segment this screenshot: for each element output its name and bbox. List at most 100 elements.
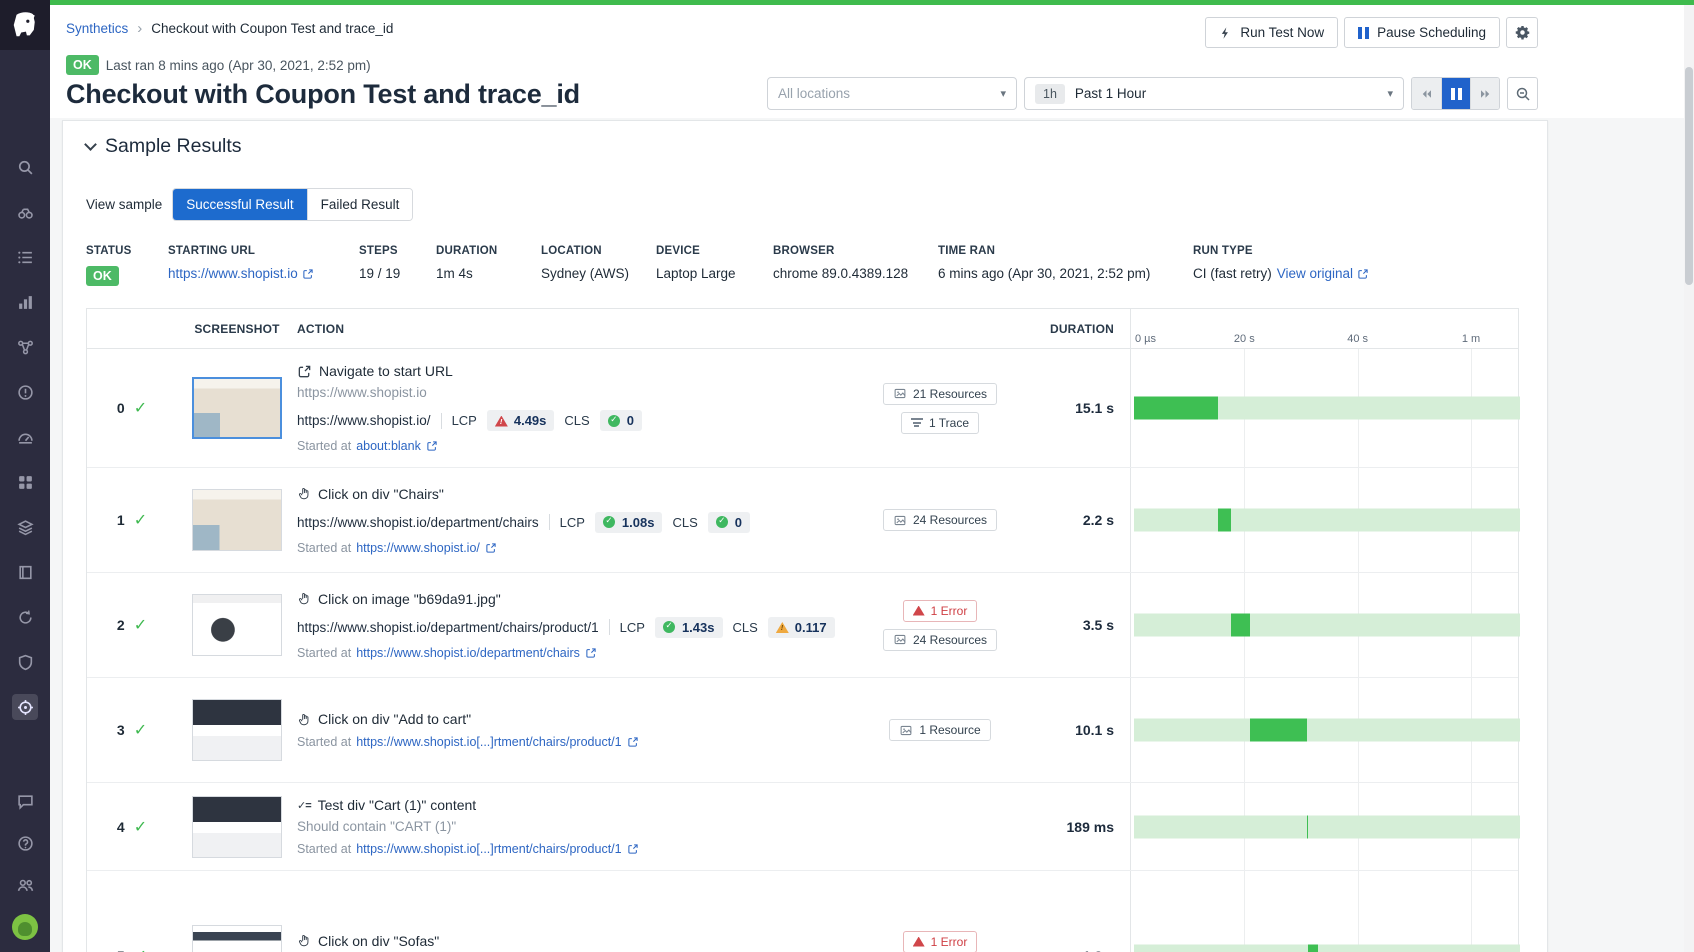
pause-icon — [1358, 27, 1369, 39]
step-result-badge[interactable]: 1 Resource — [889, 719, 990, 741]
help-icon[interactable] — [12, 830, 38, 856]
step-screenshot-thumbnail[interactable] — [192, 594, 282, 656]
external-link-icon — [426, 440, 438, 452]
security-icon[interactable] — [12, 649, 38, 675]
tab-successful-result[interactable]: Successful Result — [173, 189, 306, 220]
step-index: 2 — [117, 617, 125, 633]
search-icon[interactable] — [12, 154, 38, 180]
logs-icon[interactable] — [12, 514, 38, 540]
waterfall-bar[interactable] — [1134, 397, 1218, 420]
timeline-axis: 0 µs20 s40 s1 m — [1130, 309, 1522, 349]
tab-failed-result[interactable]: Failed Result — [307, 189, 413, 220]
started-at-label: Started at — [297, 646, 351, 660]
last-ran-text: Last ran 8 mins ago (Apr 30, 2021, 2:52 … — [106, 58, 371, 73]
step-result-badge[interactable]: 21 Resources — [883, 383, 997, 405]
click-hand-icon — [297, 712, 311, 727]
lcp-value-badge[interactable]: 1.43s — [655, 617, 723, 638]
error-tracking-icon[interactable] — [12, 379, 38, 405]
step-result-badge[interactable]: 1 Trace — [901, 412, 979, 434]
lcp-value-badge[interactable]: 1.08s — [595, 512, 663, 533]
step-duration: 1.8 s — [1083, 948, 1114, 952]
pause-scheduling-button[interactable]: Pause Scheduling — [1344, 17, 1500, 48]
events-icon[interactable] — [12, 244, 38, 270]
time-backward-button[interactable] — [1412, 78, 1441, 109]
starting-url-link[interactable]: https://www.shopist.io — [168, 266, 314, 281]
cls-value-badge[interactable]: 0.117 — [768, 617, 835, 638]
user-avatar[interactable] — [12, 914, 38, 940]
ci-icon[interactable] — [12, 604, 38, 630]
time-range-select[interactable]: 1h Past 1 Hour ▾ — [1024, 77, 1404, 110]
lcp-status-icon — [663, 621, 676, 633]
settings-button[interactable] — [1506, 17, 1538, 48]
waterfall-bar[interactable] — [1307, 815, 1309, 838]
click-hand-icon — [297, 933, 311, 948]
resources-icon — [893, 514, 907, 527]
reference-icon[interactable] — [12, 559, 38, 585]
watchdog-icon[interactable] — [12, 424, 38, 450]
infrastructure-icon[interactable] — [12, 199, 38, 225]
step-result-badge[interactable]: 24 Resources — [883, 509, 997, 531]
step-duration: 189 ms — [1067, 819, 1114, 835]
scrollbar-thumb[interactable] — [1685, 67, 1693, 285]
cls-status-icon — [776, 621, 789, 633]
step-screenshot-thumbnail[interactable] — [192, 377, 282, 439]
cls-value-badge[interactable]: 0 — [708, 512, 750, 533]
pause-scheduling-label: Pause Scheduling — [1377, 25, 1486, 40]
time-forward-button[interactable] — [1470, 78, 1499, 109]
meta-status: STATUS OK — [86, 245, 168, 286]
step-result-badge[interactable]: 24 Resources — [883, 629, 997, 651]
meta-browser: BROWSER chrome 89.0.4389.128 — [773, 245, 938, 286]
step-action-title: Navigate to start URL — [319, 363, 453, 379]
view-original-link[interactable]: View original — [1277, 266, 1369, 281]
started-at-link[interactable]: about:blank — [356, 439, 421, 453]
chevron-down-icon: ▾ — [1000, 87, 1006, 100]
step-started-at: Started at https://www.shopist.io/depart… — [297, 646, 597, 660]
users-icon[interactable] — [12, 872, 38, 898]
time-pause-button[interactable] — [1441, 78, 1470, 109]
lcp-value-badge[interactable]: 4.49s — [487, 410, 555, 431]
started-at-link[interactable]: https://www.shopist.io/department/chairs — [356, 646, 580, 660]
page-title: Checkout with Coupon Test and trace_id — [66, 79, 580, 110]
error-icon — [913, 937, 925, 947]
sample-results-section-toggle[interactable]: Sample Results — [86, 135, 242, 158]
datadog-logo[interactable] — [0, 0, 50, 50]
step-waterfall — [1130, 783, 1522, 870]
run-test-now-button[interactable]: Run Test Now — [1205, 17, 1338, 48]
divider — [549, 514, 550, 530]
divider — [609, 619, 610, 635]
step-duration: 10.1 s — [1075, 722, 1114, 738]
waterfall-bar[interactable] — [1308, 945, 1318, 952]
synthetics-icon[interactable] — [12, 694, 38, 720]
step-screenshot-thumbnail[interactable] — [192, 796, 282, 858]
result-meta-row: STATUS OK STARTING URL https://www.shopi… — [86, 245, 1519, 286]
step-screenshot-thumbnail[interactable] — [192, 699, 282, 761]
waterfall-track — [1134, 509, 1520, 532]
step-screenshot-thumbnail[interactable] — [192, 489, 282, 551]
zoom-out-button[interactable] — [1507, 77, 1538, 110]
location-filter-select[interactable]: All locations ▾ — [767, 77, 1017, 110]
step-result-badge[interactable]: 1 Error — [903, 931, 978, 952]
cls-value-badge[interactable]: 0 — [600, 410, 642, 431]
chat-icon[interactable] — [12, 788, 38, 814]
magnifier-minus-icon — [1515, 86, 1531, 102]
apm-icon[interactable] — [12, 334, 38, 360]
metrics-icon[interactable] — [12, 289, 38, 315]
run-test-now-label: Run Test Now — [1240, 25, 1324, 40]
external-link-icon — [1357, 268, 1369, 280]
step-page-url: https://www.shopist.io/department/chairs… — [297, 620, 599, 635]
step-result-badge[interactable]: 1 Error — [903, 600, 978, 622]
step-action-title: Click on div "Chairs" — [318, 486, 444, 502]
started-at-link[interactable]: https://www.shopist.io[...]rtment/chairs… — [356, 735, 621, 749]
step-badges: 1 Error 24 Resources — [875, 573, 1005, 677]
step-action-title: Test div "Cart (1)" content — [318, 797, 477, 813]
step-screenshot-thumbnail[interactable] — [192, 925, 282, 952]
waterfall-bar[interactable] — [1250, 719, 1307, 742]
step-started-at: Started at https://www.shopist.io/ — [297, 541, 497, 555]
waterfall-bar[interactable] — [1218, 509, 1230, 532]
integrations-icon[interactable] — [12, 469, 38, 495]
breadcrumb-synthetics-link[interactable]: Synthetics — [66, 21, 128, 36]
started-at-link[interactable]: https://www.shopist.io/ — [356, 541, 480, 555]
started-at-link[interactable]: https://www.shopist.io[...]rtment/chairs… — [356, 842, 621, 856]
external-link-icon — [627, 736, 639, 748]
waterfall-bar[interactable] — [1231, 614, 1251, 637]
